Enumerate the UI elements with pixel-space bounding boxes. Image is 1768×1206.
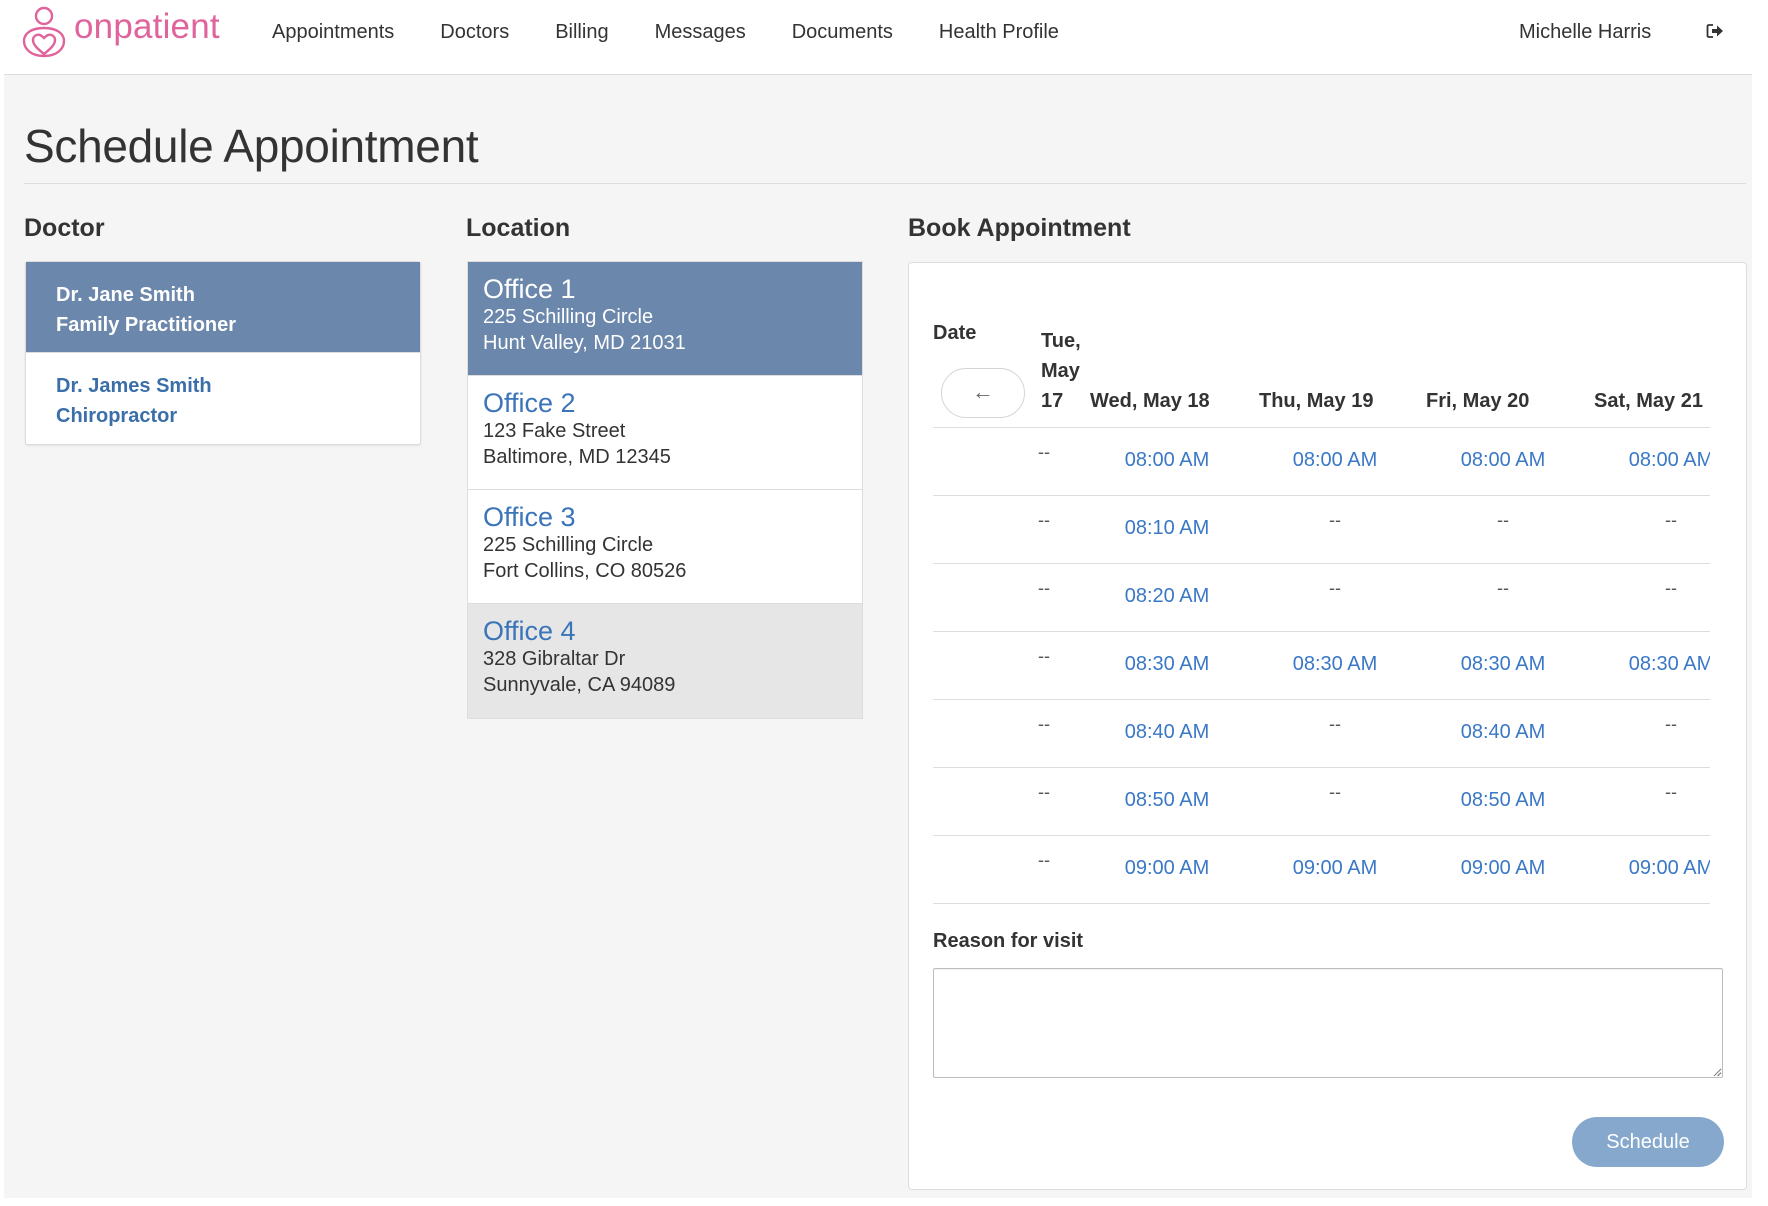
user-name-link[interactable]: Michelle Harris (1519, 20, 1651, 44)
time-slot-link[interactable]: 08:30 AM (1083, 652, 1251, 676)
book-appointment-card: Date ← Tue, May 17 Wed, May 18 Thu, May … (908, 262, 1747, 1190)
slot-unavailable: -- (1038, 782, 1050, 802)
table-row-divider (933, 767, 1710, 768)
slot-unavailable: -- (1038, 714, 1050, 734)
location-city: Fort Collins, CO 80526 (483, 560, 687, 582)
location-city: Baltimore, MD 12345 (483, 446, 671, 468)
doctor-name: Dr. James Smith (56, 375, 212, 397)
slot-unavailable: -- (1665, 578, 1677, 598)
time-slot-link[interactable]: 09:00 AM (1251, 856, 1419, 880)
nav-documents[interactable]: Documents (792, 20, 893, 44)
slot-unavailable: -- (1329, 782, 1341, 802)
doctor-item-james-smith[interactable]: Dr. James Smith Chiropractor (26, 353, 420, 444)
reason-label: Reason for visit (933, 930, 1084, 952)
table-row-divider (933, 631, 1710, 632)
slot-unavailable: -- (1038, 578, 1050, 598)
location-street: 123 Fake Street (483, 420, 626, 442)
page-title: Schedule Appointment (24, 120, 479, 172)
time-slot-link[interactable]: 08:50 AM (1419, 788, 1587, 812)
slot-unavailable: -- (1038, 510, 1050, 530)
location-street: 225 Schilling Circle (483, 534, 654, 556)
time-slot-table: -- 08:00 AM 08:00 AM 08:00 AM 08:00 AM -- 08:1… (933, 263, 1710, 913)
slot-unavailable: -- (1665, 782, 1677, 802)
table-row-divider (933, 563, 1710, 564)
title-divider (24, 183, 1746, 184)
slot-unavailable: -- (1038, 850, 1050, 870)
location-heading: Location (466, 214, 571, 242)
location-city: Sunnyvale, CA 94089 (483, 674, 676, 696)
sign-out-icon[interactable] (1706, 23, 1724, 39)
slot-unavailable: -- (1329, 578, 1341, 598)
location-item-office-4[interactable]: Office 4 328 Gibraltar Dr Sunnyvale, CA … (468, 604, 862, 718)
slot-unavailable: -- (1497, 510, 1509, 530)
location-name: Office 4 (483, 616, 576, 646)
top-navbar: onpatient Appointments Doctors Billing M… (0, 0, 1768, 74)
nav-doctors[interactable]: Doctors (440, 20, 509, 44)
time-slot-link[interactable]: 08:40 AM (1083, 720, 1251, 744)
slot-unavailable: -- (1038, 646, 1050, 666)
slot-unavailable: -- (1665, 714, 1677, 734)
slot-unavailable: -- (1329, 510, 1341, 530)
slot-unavailable: -- (1665, 510, 1677, 530)
time-slot-link[interactable]: 08:00 AM (1251, 448, 1419, 472)
reason-for-visit-textarea[interactable] (933, 968, 1723, 1078)
main-nav: Appointments Doctors Billing Messages Do… (272, 20, 1105, 44)
doctor-heading: Doctor (24, 214, 105, 242)
location-street: 225 Schilling Circle (483, 306, 654, 328)
time-slot-link[interactable]: 08:50 AM (1083, 788, 1251, 812)
time-slot-link[interactable]: 08:00 AM (1083, 448, 1251, 472)
location-item-office-2[interactable]: Office 2 123 Fake Street Baltimore, MD 1… (468, 376, 862, 490)
table-row-divider (933, 835, 1710, 836)
doctor-name: Dr. Jane Smith (56, 284, 195, 306)
location-list: Office 1 225 Schilling Circle Hunt Valle… (467, 261, 863, 719)
location-name: Office 1 (483, 274, 576, 304)
slot-unavailable: -- (1038, 442, 1050, 462)
brand-logo[interactable]: onpatient (20, 4, 220, 60)
time-slot-link[interactable]: 08:00 AM (1419, 448, 1587, 472)
book-appointment-heading: Book Appointment (908, 214, 1131, 242)
table-row-divider (933, 903, 1710, 904)
time-slot-link[interactable]: 08:40 AM (1419, 720, 1587, 744)
nav-billing[interactable]: Billing (555, 20, 608, 44)
doctor-specialty: Family Practitioner (56, 314, 237, 336)
time-slot-link[interactable]: 08:10 AM (1083, 516, 1251, 540)
time-slot-link[interactable]: 08:30 AM (1587, 652, 1710, 676)
location-street: 328 Gibraltar Dr (483, 648, 626, 670)
table-row-divider (933, 495, 1710, 496)
time-slot-link[interactable]: 08:30 AM (1419, 652, 1587, 676)
location-item-office-1[interactable]: Office 1 225 Schilling Circle Hunt Valle… (468, 262, 862, 376)
location-city: Hunt Valley, MD 21031 (483, 332, 686, 354)
slot-unavailable: -- (1497, 578, 1509, 598)
resize-grip-icon[interactable] (1713, 1068, 1721, 1076)
time-slot-link[interactable]: 08:20 AM (1083, 584, 1251, 608)
table-row-divider (933, 699, 1710, 700)
time-slot-link[interactable]: 09:00 AM (1587, 856, 1710, 880)
location-name: Office 2 (483, 388, 576, 418)
time-slot-link[interactable]: 09:00 AM (1083, 856, 1251, 880)
time-slot-link[interactable]: 09:00 AM (1419, 856, 1587, 880)
time-slot-link[interactable]: 08:00 AM (1587, 448, 1710, 472)
location-name: Office 3 (483, 502, 576, 532)
location-item-office-3[interactable]: Office 3 225 Schilling Circle Fort Colli… (468, 490, 862, 604)
doctor-specialty: Chiropractor (56, 405, 178, 427)
onpatient-logo-icon (22, 6, 66, 58)
schedule-button[interactable]: Schedule (1572, 1117, 1724, 1167)
nav-health-profile[interactable]: Health Profile (939, 20, 1059, 44)
nav-messages[interactable]: Messages (655, 20, 746, 44)
nav-appointments[interactable]: Appointments (272, 20, 394, 44)
slot-unavailable: -- (1329, 714, 1341, 734)
doctor-item-jane-smith[interactable]: Dr. Jane Smith Family Practitioner (26, 262, 420, 353)
doctor-list: Dr. Jane Smith Family Practitioner Dr. J… (25, 261, 421, 445)
brand-name: onpatient (74, 7, 220, 46)
time-slot-link[interactable]: 08:30 AM (1251, 652, 1419, 676)
